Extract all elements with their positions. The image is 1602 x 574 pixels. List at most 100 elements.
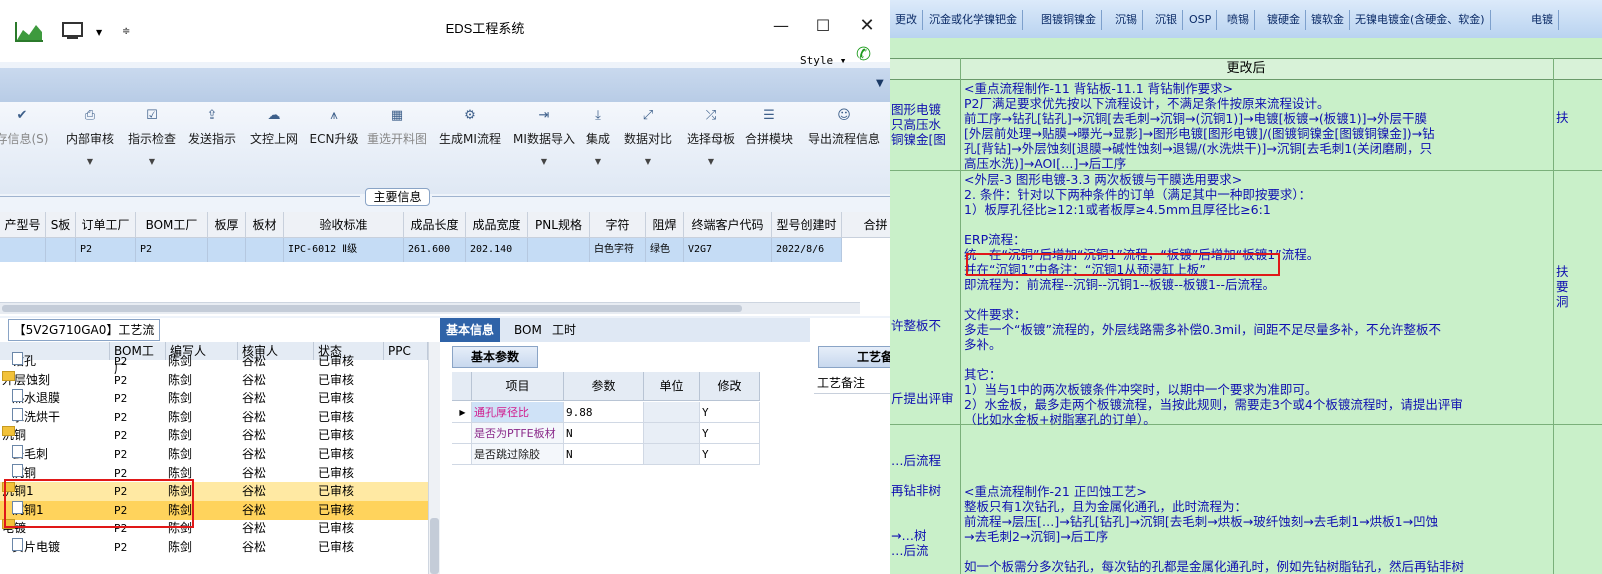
scroll-thumb[interactable] [2, 305, 742, 312]
grid-header-6[interactable]: 板材 [246, 212, 284, 238]
param-value[interactable]: N [564, 444, 644, 465]
tree-node[interactable]: 外层蚀刻 [2, 370, 50, 390]
close-button[interactable]: ✕ [852, 14, 882, 38]
row-pointer[interactable] [452, 444, 472, 465]
ribbon-expand-icon[interactable]: ▼ [876, 78, 884, 89]
param-value[interactable]: 9.88 [564, 402, 644, 423]
ribbon-button-8[interactable]: ⚙ 生成MI流程 [438, 108, 502, 147]
ribbon-button-4[interactable]: ⇪ 发送指示 [184, 108, 240, 147]
grid-cell[interactable]: P2 [136, 238, 208, 262]
grid-header-11[interactable]: 字符 [590, 212, 646, 238]
ribbon-button-1[interactable]: ✔ 存信息(S) [0, 108, 52, 147]
ribbon-button-2[interactable]: ⎙ 内部审核 ▼ [62, 108, 118, 166]
dropdown-arrow-icon[interactable]: ▼ [96, 28, 102, 37]
grid-header-5[interactable]: 板厚 [208, 212, 246, 238]
grid-cell[interactable]: 绿色 [646, 238, 684, 262]
maximize-button[interactable]: ☐ [808, 14, 838, 38]
grid-cell[interactable] [528, 238, 590, 262]
ribbon-button-12[interactable]: ⤮ 选择母板 ▼ [684, 108, 738, 166]
tree-row[interactable]: 负片电镀 P2 陈剑 谷松 已审核 [0, 538, 430, 557]
param-value[interactable]: N [564, 423, 644, 444]
doc-tab-6[interactable]: OSP [1184, 10, 1218, 30]
grid-cell[interactable] [208, 238, 246, 262]
grid-header-4[interactable]: BOM工厂 [136, 212, 208, 238]
param-unit[interactable] [644, 402, 700, 423]
doc-tab-11[interactable]: 电镀 [1526, 10, 1559, 30]
params-tab-1[interactable]: 基本信息 [440, 318, 501, 342]
tree-row[interactable]: 沉铜 P2 陈剑 谷松 已审核 [0, 426, 430, 445]
doc-tab-2[interactable]: 沉金或化学镍钯金 [924, 10, 1023, 30]
grid-header-13[interactable]: 终端客户代码 [684, 212, 772, 238]
row-pointer[interactable] [452, 423, 472, 444]
params-header-1[interactable]: 项目 [472, 372, 564, 401]
row-pointer[interactable]: ▶ [452, 402, 472, 423]
grid-header-1[interactable]: 产型号 [0, 212, 46, 238]
ribbon-button-6[interactable]: ⩚ ECN升级 [308, 108, 360, 147]
vertical-scrollbar[interactable] [428, 342, 440, 574]
grid-header-10[interactable]: PNL规格 [528, 212, 590, 238]
grid-header-8[interactable]: 成品长度 [404, 212, 466, 238]
grid-cell[interactable] [246, 238, 284, 262]
tree-node[interactable]: 热水退膜 [12, 389, 60, 408]
tree-node[interactable]: 去毛刺 [12, 445, 48, 464]
phone-icon[interactable]: ✆ [856, 44, 871, 65]
ribbon-button-3[interactable]: ☑ 指示检查 ▼ [124, 108, 180, 166]
grid-cell[interactable] [0, 238, 46, 262]
ribbon-button-10[interactable]: ⤓ 集成 ▼ [584, 108, 612, 166]
chart-icon[interactable] [14, 20, 44, 44]
ribbon-button-14[interactable]: ☺ 导出流程信息 [806, 108, 882, 147]
grid-cell[interactable]: V2G7 [684, 238, 772, 262]
params-tab-2[interactable]: BOM [508, 318, 548, 342]
grid-header-2[interactable]: S板 [46, 212, 76, 238]
grid-header-7[interactable]: 验收标准 [284, 212, 404, 238]
customize-icon[interactable]: ≑ [122, 26, 130, 37]
ribbon-button-5[interactable]: ☁ 文控上网 [246, 108, 302, 147]
doc-tab-8[interactable]: 镀硬金 [1262, 10, 1306, 30]
tree-node[interactable]: 负片电镀 [12, 538, 60, 557]
doc-tab-10[interactable]: 无镍电镀金(含硬金、软金) [1350, 10, 1491, 30]
params-header-2[interactable]: 参数 [564, 372, 644, 401]
param-modify[interactable]: Y [700, 444, 760, 465]
tree-row[interactable]: 去毛刺 P2 陈剑 谷松 已审核 [0, 445, 430, 464]
param-unit[interactable] [644, 423, 700, 444]
minimize-button[interactable]: — [766, 14, 796, 38]
ribbon-button-13[interactable]: ☰ 合拼模块 [744, 108, 794, 147]
process-tab[interactable]: 【5V2G710GA0】工艺流程 [8, 319, 160, 357]
param-item[interactable]: 是否跳过除胶 [472, 444, 564, 465]
tree-row[interactable]: 外层蚀刻 P2 陈剑 谷松 已审核 [0, 370, 430, 390]
grid-header-12[interactable]: 阻焊 [646, 212, 684, 238]
basic-params-tab[interactable]: 基本参数 [452, 346, 538, 368]
grid-header-3[interactable]: 订单工厂 [76, 212, 136, 238]
grid-cell[interactable]: P2 [76, 238, 136, 262]
grid-cell[interactable]: 202.140 [466, 238, 528, 262]
tree-node[interactable]: 钻孔 [12, 352, 36, 371]
params-header-4[interactable]: 修改 [700, 372, 760, 401]
doc-tab-7[interactable]: 喷锡 [1222, 10, 1255, 30]
doc-tab-5[interactable]: 沉银 [1150, 10, 1183, 30]
doc-tab-4[interactable]: 沉锡 [1110, 10, 1143, 30]
doc-tab-3[interactable]: 图镀铜镍金 [1036, 10, 1102, 30]
param-modify[interactable]: Y [700, 402, 760, 423]
tree-node[interactable]: 水洗烘干 [12, 407, 60, 427]
grid-cell[interactable] [46, 238, 76, 262]
grid-cell[interactable]: 261.600 [404, 238, 466, 262]
grid-cell[interactable]: 2022/8/6 [772, 238, 842, 262]
monitor-icon[interactable] [62, 22, 84, 40]
grid-header-9[interactable]: 成品宽度 [466, 212, 528, 238]
param-item[interactable]: 通孔厚径比 [472, 402, 564, 423]
tree-row[interactable]: 钻孔 P2 陈剑 谷松 已审核 [0, 352, 430, 371]
params-tab-3[interactable]: 工时 [546, 318, 582, 342]
param-item[interactable]: 是否为PTFE板材 [472, 423, 564, 444]
tree-row[interactable]: 水洗烘干 P2 陈剑 谷松 已审核 [0, 407, 430, 427]
style-menu[interactable]: Style ▾ [800, 54, 846, 67]
grid-cell[interactable]: 白色字符 [590, 238, 646, 262]
param-modify[interactable]: Y [700, 423, 760, 444]
grid-header-14[interactable]: 型号创建时 [772, 212, 842, 238]
ribbon-button-7[interactable]: ▦ 重选开料图 [364, 108, 430, 147]
doc-tab-1[interactable]: 更改 [890, 10, 923, 30]
grid-cell[interactable]: IPC-6012 Ⅱ级 [284, 238, 404, 262]
horizontal-scrollbar[interactable] [0, 302, 860, 314]
ribbon-button-11[interactable]: ⤢ 数据对比 ▼ [622, 108, 674, 166]
ribbon-button-9[interactable]: ⇥ MI数据导入 ▼ [510, 108, 578, 166]
tree-node[interactable]: 沉铜 [2, 426, 26, 445]
